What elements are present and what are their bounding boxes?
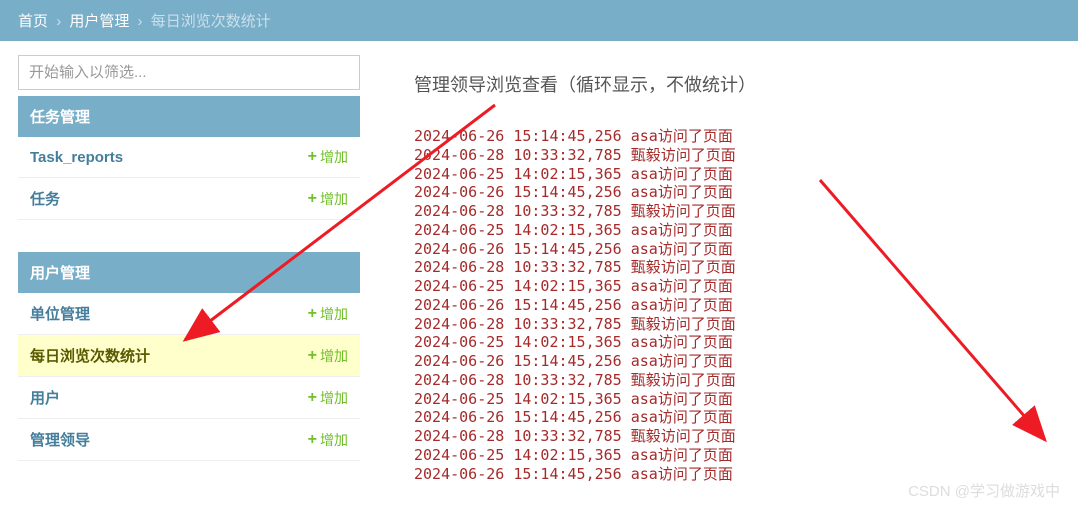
plus-icon: + xyxy=(308,347,317,365)
log-line: 2024-06-28 10:33:32,785 甄毅访问了页面 xyxy=(414,315,1058,334)
log-line: 2024-06-25 14:02:15,365 asa访问了页面 xyxy=(414,165,1058,184)
log-line: 2024-06-26 15:14:45,256 asa访问了页面 xyxy=(414,240,1058,259)
breadcrumb-home[interactable]: 首页 xyxy=(18,13,48,30)
log-line: 2024-06-26 15:14:45,256 asa访问了页面 xyxy=(414,183,1058,202)
log-line: 2024-06-25 14:02:15,365 asa访问了页面 xyxy=(414,390,1058,409)
model-link-tasks[interactable]: 任务 xyxy=(30,188,60,209)
log-line: 2024-06-25 14:02:15,365 asa访问了页面 xyxy=(414,333,1058,352)
plus-icon: + xyxy=(308,190,317,208)
log-line: 2024-06-28 10:33:32,785 甄毅访问了页面 xyxy=(414,258,1058,277)
add-link[interactable]: +增加 xyxy=(308,304,348,324)
model-row-users: 用户 +增加 xyxy=(18,377,360,419)
section-header-users: 用户管理 xyxy=(18,252,360,293)
page-title: 管理领导浏览查看（循环显示，不做统计） xyxy=(414,71,1058,97)
log-line: 2024-06-25 14:02:15,365 asa访问了页面 xyxy=(414,446,1058,465)
model-link-users[interactable]: 用户 xyxy=(30,387,60,408)
add-link[interactable]: +增加 xyxy=(308,388,348,408)
add-link[interactable]: +增加 xyxy=(308,189,348,209)
breadcrumb-sep: › xyxy=(56,13,61,30)
model-row-tasks: 任务 +增加 xyxy=(18,178,360,220)
breadcrumb-sep: › xyxy=(138,13,143,30)
breadcrumb: 首页 › 用户管理 › 每日浏览次数统计 xyxy=(0,0,1078,41)
model-row-task-reports: Task_reports +增加 xyxy=(18,137,360,178)
model-row-unit-mgmt: 单位管理 +增加 xyxy=(18,293,360,335)
log-line: 2024-06-28 10:33:32,785 甄毅访问了页面 xyxy=(414,202,1058,221)
plus-icon: + xyxy=(308,431,317,449)
model-row-admin-leader: 管理领导 +增加 xyxy=(18,419,360,461)
log-box: 2024-06-26 15:14:45,256 asa访问了页面2024-06-… xyxy=(414,127,1058,483)
section-header-tasks: 任务管理 xyxy=(18,96,360,137)
model-link-task-reports[interactable]: Task_reports xyxy=(30,149,123,166)
main-content: 管理领导浏览查看（循环显示，不做统计） 2024-06-26 15:14:45,… xyxy=(370,41,1078,493)
model-link-admin-leader[interactable]: 管理领导 xyxy=(30,429,90,450)
log-line: 2024-06-25 14:02:15,365 asa访问了页面 xyxy=(414,221,1058,240)
add-label: 增加 xyxy=(320,189,348,209)
log-line: 2024-06-25 14:02:15,365 asa访问了页面 xyxy=(414,277,1058,296)
model-row-daily-stats: 每日浏览次数统计 +增加 xyxy=(18,335,360,377)
sidebar: 任务管理 Task_reports +增加 任务 +增加 用户管理 单位管理 +… xyxy=(0,41,370,493)
model-link-unit-mgmt[interactable]: 单位管理 xyxy=(30,303,90,324)
breadcrumb-section[interactable]: 用户管理 xyxy=(69,13,129,30)
add-label: 增加 xyxy=(320,147,348,167)
log-line: 2024-06-26 15:14:45,256 asa访问了页面 xyxy=(414,352,1058,371)
add-label: 增加 xyxy=(320,304,348,324)
log-line: 2024-06-26 15:14:45,256 asa访问了页面 xyxy=(414,296,1058,315)
log-line: 2024-06-26 15:14:45,256 asa访问了页面 xyxy=(414,127,1058,146)
log-line: 2024-06-28 10:33:32,785 甄毅访问了页面 xyxy=(414,371,1058,390)
add-label: 增加 xyxy=(320,430,348,450)
add-label: 增加 xyxy=(320,388,348,408)
plus-icon: + xyxy=(308,389,317,407)
log-line: 2024-06-26 15:14:45,256 asa访问了页面 xyxy=(414,408,1058,427)
model-link-daily-stats[interactable]: 每日浏览次数统计 xyxy=(30,345,150,366)
filter-input[interactable] xyxy=(18,55,360,90)
add-link[interactable]: +增加 xyxy=(308,430,348,450)
plus-icon: + xyxy=(308,305,317,323)
log-line: 2024-06-28 10:33:32,785 甄毅访问了页面 xyxy=(414,427,1058,446)
plus-icon: + xyxy=(308,148,317,166)
watermark: CSDN @学习做游戏中 xyxy=(908,480,1060,501)
breadcrumb-current: 每日浏览次数统计 xyxy=(151,13,271,30)
log-line: 2024-06-28 10:33:32,785 甄毅访问了页面 xyxy=(414,146,1058,165)
add-link[interactable]: +增加 xyxy=(308,147,348,167)
add-link[interactable]: +增加 xyxy=(308,346,348,366)
add-label: 增加 xyxy=(320,346,348,366)
